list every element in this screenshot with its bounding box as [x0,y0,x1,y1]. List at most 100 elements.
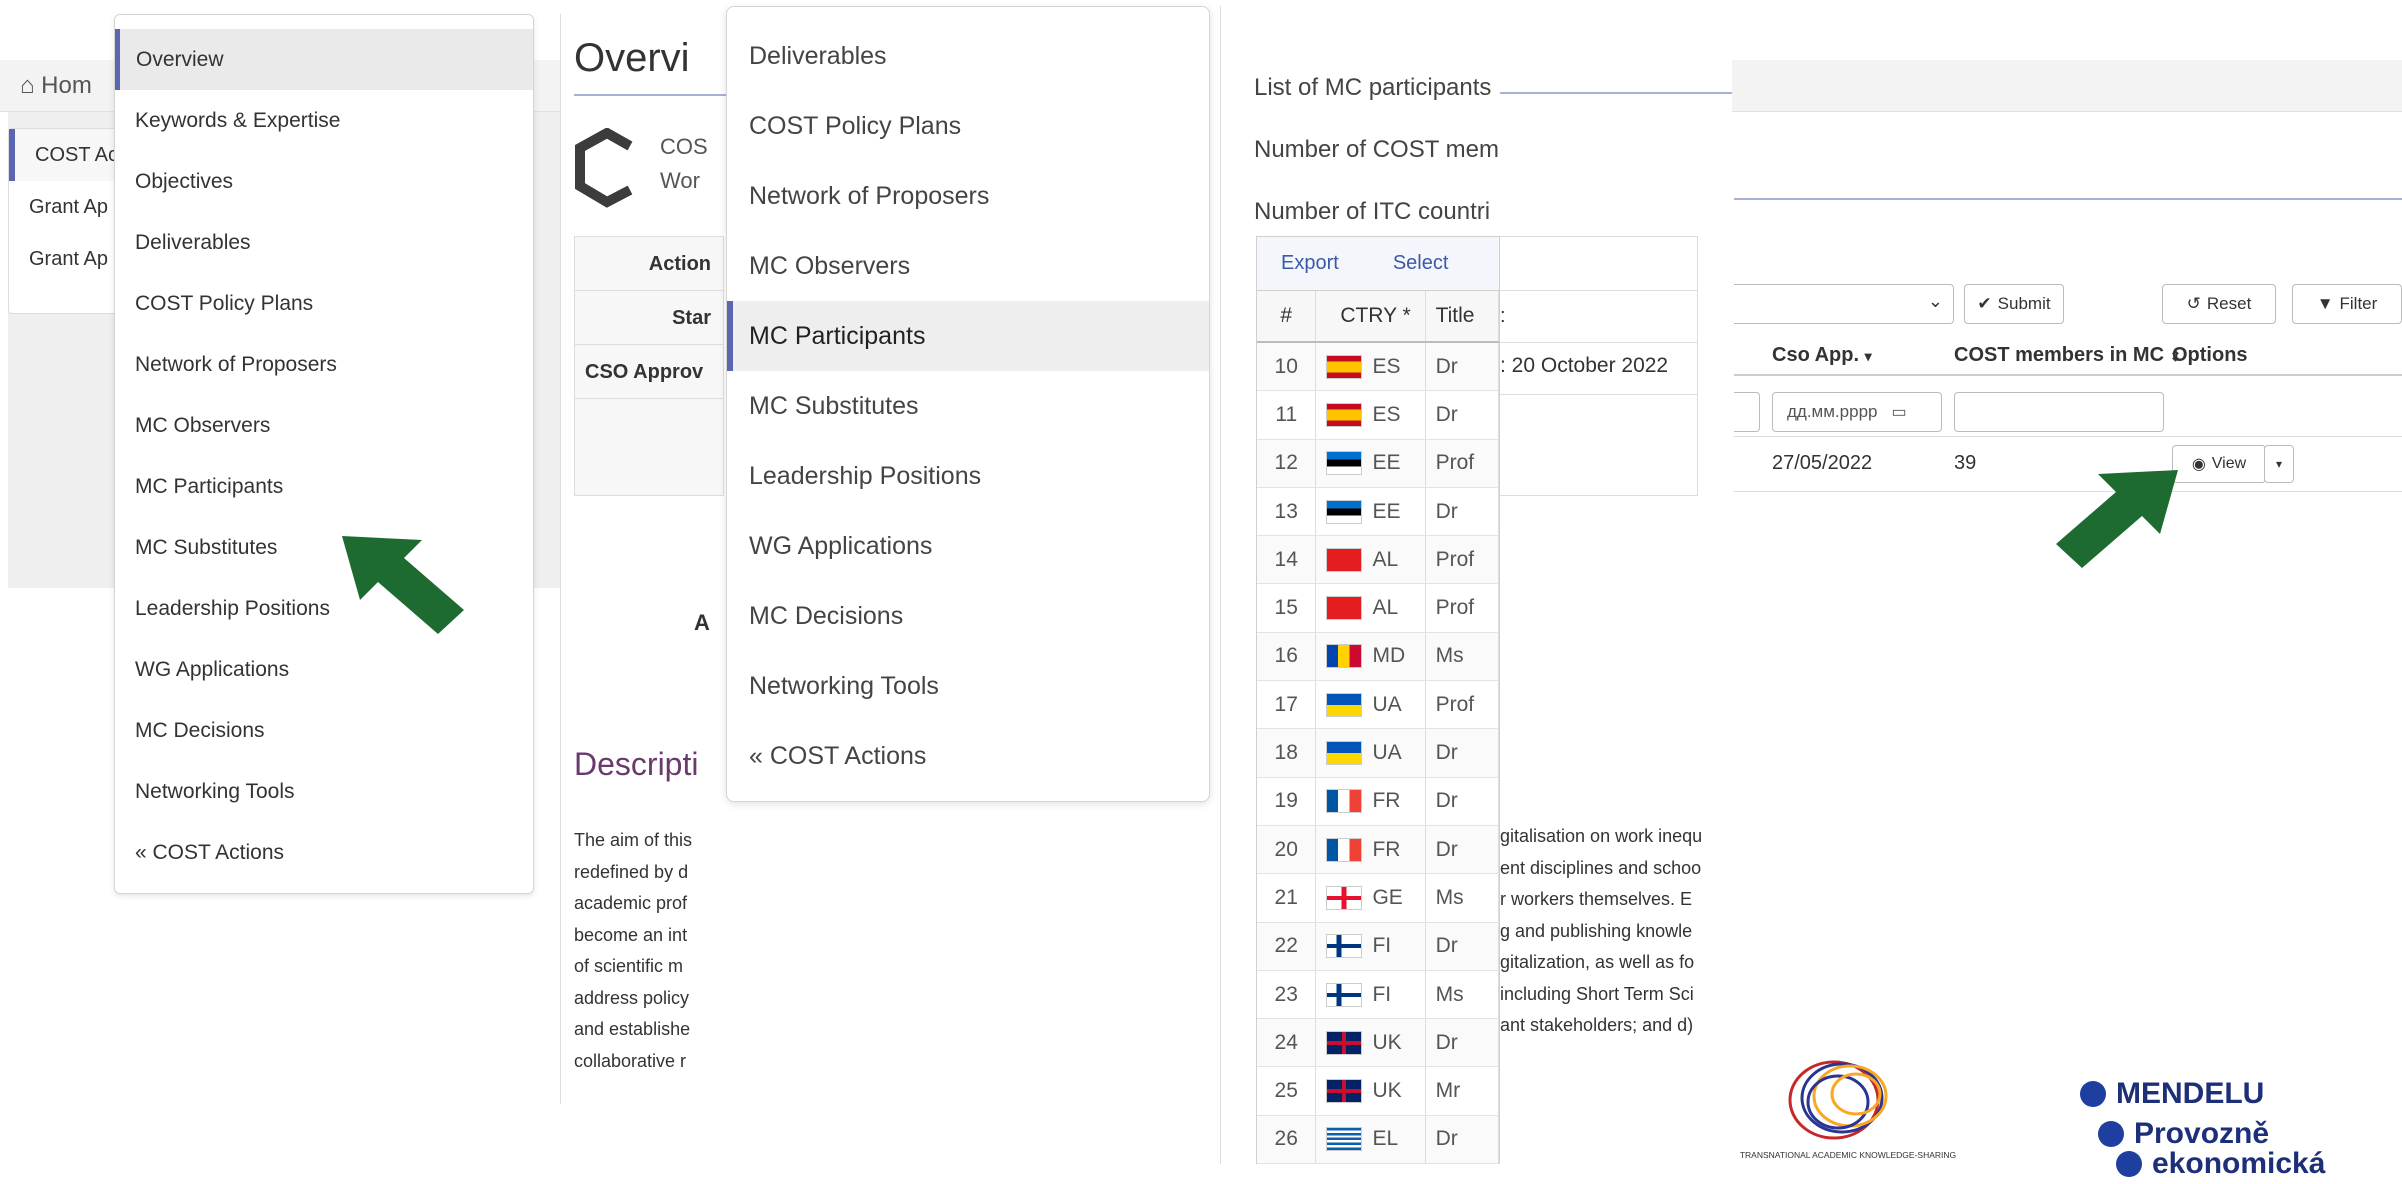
table-row[interactable]: 22 FI Dr [1257,922,1500,971]
menu-item-wg-applications[interactable]: WG Applications [115,639,533,700]
table-row[interactable]: 24 UK Dr [1257,1019,1500,1068]
home-link[interactable]: ⌂ Hom [20,72,92,100]
table-header: # CTRY * Title [1257,291,1500,343]
table-row[interactable]: 26 EL Dr [1257,1115,1500,1165]
table-row[interactable]: 13 EE Dr [1257,487,1500,537]
approval-date: : 20 October 2022 [1500,354,1669,377]
row-country: FI [1316,922,1426,970]
row-number: 24 [1257,1019,1317,1067]
view-button[interactable]: ◉ View [2172,445,2266,483]
menu-item-cost-policy-plans[interactable]: COST Policy Plans [115,273,533,334]
text-fragment: g and publishing knowle [1500,920,1693,941]
row-title: Dr [1426,1019,1500,1067]
flag-fr-icon [1326,837,1363,862]
table-row[interactable]: 11 ES Dr [1257,391,1500,440]
info-row-cso-approval: CSO Approv [575,345,723,399]
select-button[interactable]: Select [1393,252,1449,275]
menu-item-deliverables[interactable]: Deliverables [115,212,533,273]
menu-item-mc-participants[interactable]: MC Participants [115,456,533,517]
flag-al-icon [1326,596,1363,621]
participants-navigation-menu: Deliverables COST Policy Plans Network o… [726,6,1210,802]
flag-ee-icon [1326,451,1363,476]
menu-item-overview[interactable]: Overview [115,29,533,90]
check-icon: ✔ [1977,294,1992,313]
menu-item-cost-actions-back[interactable]: « COST Actions [115,822,533,883]
text-fragment: gitalization, as well as fo [1500,952,1695,972]
dot-icon [2116,1151,2142,1177]
menu-item-deliverables[interactable]: Deliverables [727,21,1209,91]
menu-item-mc-observers[interactable]: MC Observers [115,395,533,456]
table-row[interactable]: 17 UA Prof [1257,681,1500,730]
column-header-title[interactable]: Title [1426,291,1500,341]
menu-item-mc-decisions[interactable]: MC Decisions [727,581,1209,651]
menu-item-mc-substitutes[interactable]: MC Substitutes [727,371,1209,441]
table-row[interactable]: 12 EE Prof [1257,439,1500,488]
column-header-country[interactable]: CTRY * [1316,291,1426,341]
menu-item-leadership-positions[interactable]: Leadership Positions [727,441,1209,511]
table-row[interactable]: 21 GE Ms [1257,874,1500,923]
menu-item-network-of-proposers[interactable]: Network of Proposers [115,334,533,395]
reset-button[interactable]: ↺ Reset [2162,284,2276,324]
status-select[interactable]: ⌄ [1734,284,1954,324]
row-title: Dr [1426,825,1500,874]
menu-item-networking-tools[interactable]: Networking Tools [727,651,1209,721]
table-row[interactable]: 14 AL Prof [1257,536,1500,585]
column-header-cost-members[interactable]: COST members in MC ⇕ [1954,344,2181,367]
row-number: 13 [1257,487,1317,536]
cso-date-filter[interactable]: дд.мм.рррр ▭ [1772,392,1942,432]
submit-button[interactable]: ✔ Submit [1964,284,2064,324]
table-row[interactable]: 23 FI Ms [1257,970,1500,1020]
members-filter[interactable] [1954,392,2164,432]
row-number: 26 [1257,1115,1317,1164]
flag-fi-icon [1326,934,1363,959]
reset-icon: ↺ [2186,294,2201,313]
table-row[interactable]: 16 MD Ms [1257,632,1500,682]
dot-icon [2098,1121,2124,1147]
table-row[interactable]: 10 ES Dr [1257,343,1500,392]
members-cell: 39 [1954,452,1977,474]
flag-el-icon [1326,1127,1363,1152]
row-country: AL [1316,536,1426,584]
dot-icon [2080,1081,2106,1107]
row-country: FI [1316,970,1426,1019]
row-number: 22 [1257,922,1317,970]
view-dropdown-toggle[interactable]: ▾ [2264,445,2294,483]
table-row[interactable]: 19 FR Dr [1257,777,1500,826]
description-line: address policy [574,987,690,1008]
action-info-table: Action Star CSO Approv [574,236,724,496]
right-divider [1734,198,2402,200]
menu-item-cost-policy-plans[interactable]: COST Policy Plans [727,91,1209,161]
table-body: 10 ES Dr 11 ES Dr 12 EE Prof 13 EE Dr 14 AL Prof 15 AL Pr… [1257,343,1500,1165]
menu-item-keywords-expertise[interactable]: Keywords & Expertise [115,90,533,151]
menu-item-wg-applications[interactable]: WG Applications [727,511,1209,581]
table-row[interactable]: 18 UA Dr [1257,729,1500,778]
row-title: Dr [1426,343,1500,391]
menu-item-mc-decisions[interactable]: MC Decisions [115,700,533,761]
flag-ua-icon [1326,692,1363,717]
filter-input-partial[interactable] [1734,392,1760,432]
column-header-number[interactable]: # [1257,291,1317,341]
number-of-itc-countries-label: Number of ITC countri [1254,198,1491,225]
menu-item-objectives[interactable]: Objectives [115,151,533,212]
table-row[interactable]: 20 FR Dr [1257,825,1500,875]
flag-ua-icon [1326,741,1363,766]
filter-button[interactable]: ▼ Filter [2292,284,2402,324]
menu-item-mc-observers[interactable]: MC Observers [727,231,1209,301]
flag-md-icon [1326,644,1363,669]
row-country: FR [1316,777,1426,825]
flag-es-icon [1326,354,1363,379]
export-button[interactable]: Export [1281,252,1339,275]
menu-item-cost-actions-back[interactable]: « COST Actions [727,721,1209,791]
row-number: 15 [1257,584,1317,632]
menu-item-mc-participants[interactable]: MC Participants [727,301,1209,371]
menu-item-network-of-proposers[interactable]: Network of Proposers [727,161,1209,231]
calendar-icon: ▭ [1891,404,1907,421]
column-header-cso-app[interactable]: Cso App. ▾ [1772,344,1872,367]
table-row[interactable]: 15 AL Prof [1257,584,1500,633]
menu-item-networking-tools[interactable]: Networking Tools [115,761,533,822]
cso-app-cell: 27/05/2022 [1772,452,1873,474]
row-country: ES [1316,391,1426,439]
mendelu-logo: MENDELU Provozně ekonomická [2080,1074,2325,1184]
table-row[interactable]: 25 UK Mr [1257,1067,1500,1116]
row-number: 12 [1257,439,1317,487]
